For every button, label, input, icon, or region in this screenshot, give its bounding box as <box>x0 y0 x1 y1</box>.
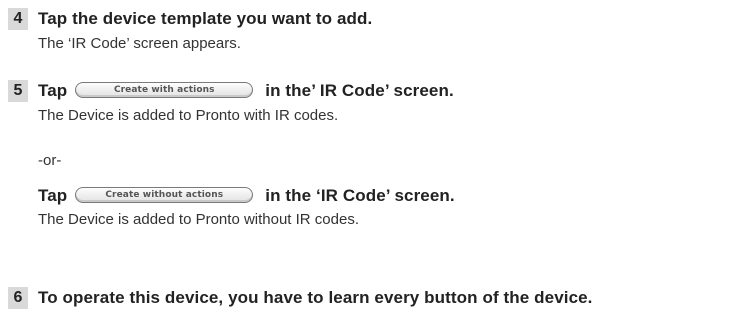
step-instruction: Tap Create without actions in the ‘IR Code… <box>38 186 455 206</box>
step-result: The ‘IR Code’ screen appears. <box>38 35 241 52</box>
create-with-actions-button[interactable]: Create with actions <box>75 81 254 98</box>
instruction-suffix: in the ‘IR Code’ screen. <box>265 186 455 205</box>
step-result: The Device is added to Pronto without IR… <box>38 211 360 228</box>
step-number: 6 <box>8 287 28 309</box>
step-result: The Device is added to Pronto with IR co… <box>38 107 339 124</box>
or-separator: -or- <box>38 152 62 169</box>
step-instruction: Tap Create with actions in the’ IR Code’ s… <box>38 81 454 101</box>
instruction-suffix: in the’ IR Code’ screen. <box>265 81 454 100</box>
instruction-prefix: Tap <box>38 186 68 205</box>
step-number: 4 <box>8 8 28 30</box>
step-number: 5 <box>8 80 28 102</box>
instruction-prefix: Tap <box>38 81 68 100</box>
create-without-actions-button[interactable]: Create without actions <box>75 186 254 203</box>
step-instruction: To operate this device, you have to lear… <box>38 288 593 307</box>
step-instruction: Tap the device template you want to add. <box>38 9 373 28</box>
